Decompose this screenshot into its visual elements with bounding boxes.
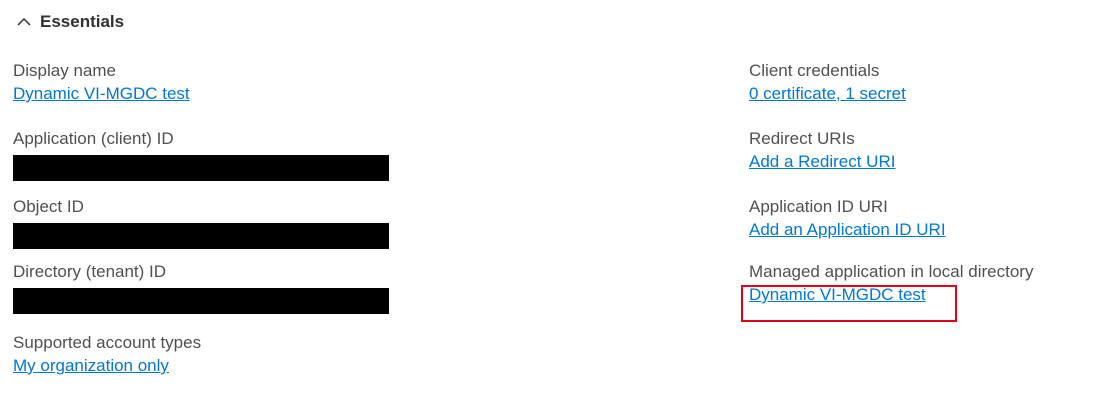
add-application-id-uri-link[interactable]: Add an Application ID URI	[749, 219, 946, 241]
redacted-object-id	[13, 223, 389, 249]
redacted-directory-tenant-id	[13, 288, 389, 314]
object-id-field: Object ID	[13, 197, 389, 249]
application-id-uri-field: Application ID URI Add an Application ID…	[749, 197, 946, 241]
display-name-link[interactable]: Dynamic VI-MGDC test	[13, 83, 190, 105]
supported-account-types-label: Supported account types	[13, 333, 202, 352]
client-credentials-link[interactable]: 0 certificate, 1 secret	[749, 83, 906, 105]
display-name-field: Display name Dynamic VI-MGDC test	[13, 61, 190, 105]
essentials-toggle[interactable]: Essentials	[16, 10, 124, 34]
application-client-id-field: Application (client) ID	[13, 129, 389, 181]
client-credentials-label: Client credentials	[749, 61, 880, 80]
managed-application-link[interactable]: Dynamic VI-MGDC test	[749, 284, 926, 306]
supported-account-types-field: Supported account types My organization …	[13, 333, 201, 377]
managed-application-label: Managed application in local directory	[749, 262, 1034, 281]
redirect-uris-field: Redirect URIs Add a Redirect URI	[749, 129, 895, 173]
redirect-uris-label: Redirect URIs	[749, 129, 855, 148]
client-credentials-field: Client credentials 0 certificate, 1 secr…	[749, 61, 906, 105]
essentials-title: Essentials	[40, 12, 125, 31]
directory-tenant-id-field: Directory (tenant) ID	[13, 262, 389, 314]
add-redirect-uri-link[interactable]: Add a Redirect URI	[749, 151, 895, 173]
supported-account-types-link[interactable]: My organization only	[13, 355, 169, 377]
managed-application-field: Managed application in local directory D…	[749, 262, 1033, 306]
application-client-id-label: Application (client) ID	[13, 129, 174, 148]
object-id-label: Object ID	[13, 197, 84, 216]
redacted-application-client-id	[13, 155, 389, 181]
directory-tenant-id-label: Directory (tenant) ID	[13, 262, 167, 281]
chevron-up-icon	[17, 17, 31, 26]
display-name-label: Display name	[13, 61, 116, 80]
application-id-uri-label: Application ID URI	[749, 197, 888, 216]
